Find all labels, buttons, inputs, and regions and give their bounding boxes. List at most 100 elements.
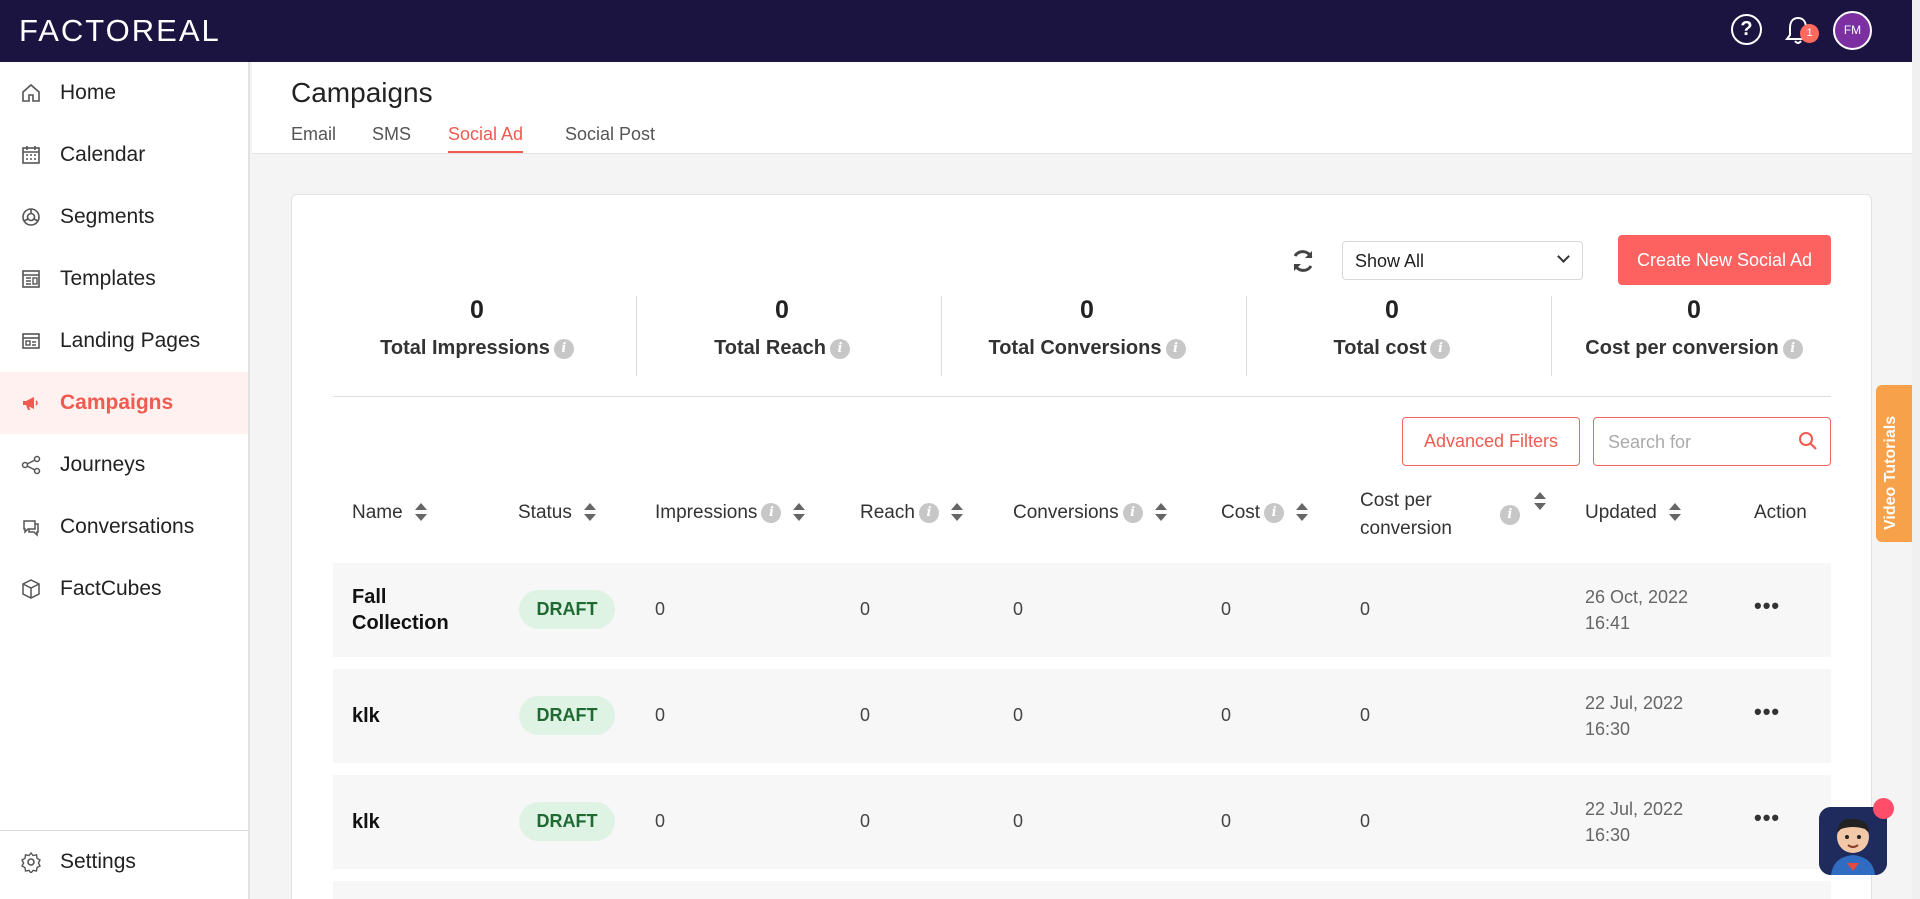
column-label: Reach xyxy=(860,502,915,523)
tab-email[interactable]: Email xyxy=(291,124,336,151)
tab-sms[interactable]: SMS xyxy=(372,124,411,151)
impressions-value: 0 xyxy=(655,705,666,725)
help-icon[interactable]: ? xyxy=(1731,14,1762,45)
factoreal-logo[interactable]: FACTOREAL xyxy=(19,13,221,49)
campaign-name[interactable]: klk xyxy=(352,703,380,729)
table-row[interactable]: klk DRAFT 0 0 0 0 0 22 Jul, 2022 16:30 •… xyxy=(333,669,1831,763)
sort-icon[interactable] xyxy=(1533,492,1546,512)
sidebar-item-conversations[interactable]: Conversations xyxy=(0,496,248,558)
status-filter-select[interactable]: Show All xyxy=(1342,241,1583,280)
create-new-social-ad-button[interactable]: Create New Social Ad xyxy=(1618,235,1831,285)
campaign-name[interactable]: Fall Collection xyxy=(352,584,449,636)
search-icon[interactable] xyxy=(1798,431,1818,451)
scrollbar[interactable] xyxy=(1912,0,1920,899)
column-header-status[interactable]: Status xyxy=(518,502,596,524)
more-actions-icon[interactable]: ••• xyxy=(1754,805,1780,831)
cost-per-conversion-value: 0 xyxy=(1360,811,1371,831)
column-header-cost-per-conversion[interactable]: Cost per conversion i xyxy=(1360,487,1546,543)
stats-divider xyxy=(333,396,1831,397)
advanced-filters-button[interactable]: Advanced Filters xyxy=(1402,417,1580,466)
table-row[interactable]: Fall Collection DRAFT 0 0 0 0 0 26 Oct, … xyxy=(333,563,1831,657)
sort-icon[interactable] xyxy=(950,503,963,523)
info-icon[interactable]: i xyxy=(553,338,574,359)
sidebar-item-settings[interactable]: Settings xyxy=(0,831,248,893)
stat-value: 0 xyxy=(470,296,484,324)
stat-cost-per-conversion: 0 Cost per conversion i xyxy=(1552,296,1836,360)
tab-social-ad[interactable]: Social Ad xyxy=(448,124,524,153)
segments-icon xyxy=(22,208,40,226)
stat-total-impressions: 0 Total Impressions i xyxy=(333,296,621,360)
sidebar-item-label: Templates xyxy=(60,267,156,290)
info-icon[interactable]: i xyxy=(1782,338,1803,359)
sort-icon[interactable] xyxy=(1668,503,1681,523)
sidebar-item-journeys[interactable]: Journeys xyxy=(0,434,248,496)
column-label: Cost xyxy=(1221,502,1261,523)
sidebar-item-home[interactable]: Home xyxy=(0,62,248,124)
more-actions-icon[interactable]: ••• xyxy=(1754,593,1780,619)
sidebar-item-label: Segments xyxy=(60,205,155,228)
info-icon[interactable]: i xyxy=(1430,338,1451,359)
info-icon[interactable]: i xyxy=(1499,505,1520,525)
info-icon[interactable]: i xyxy=(761,503,782,523)
conversions-value: 0 xyxy=(1013,811,1024,831)
column-header-conversions[interactable]: Conversions i xyxy=(1013,502,1167,524)
column-header-impressions[interactable]: Impressions i xyxy=(655,502,806,524)
column-label: Name xyxy=(352,502,403,523)
column-label: Impressions xyxy=(655,502,758,523)
top-bar: FACTOREAL ? 1 FM xyxy=(0,0,1912,62)
info-icon[interactable]: i xyxy=(1165,338,1186,359)
campaign-name[interactable]: klk xyxy=(352,809,380,835)
column-label: Conversions xyxy=(1013,502,1119,523)
user-avatar[interactable]: FM xyxy=(1833,11,1872,50)
chevron-down-icon xyxy=(1557,250,1570,263)
sidebar-item-templates[interactable]: Templates xyxy=(0,248,248,310)
refresh-icon[interactable] xyxy=(1289,247,1317,275)
gear-icon xyxy=(21,851,41,873)
column-header-updated[interactable]: Updated xyxy=(1585,502,1681,524)
cost-value: 0 xyxy=(1221,811,1232,831)
sort-icon[interactable] xyxy=(1296,503,1309,523)
column-header-cost[interactable]: Cost i xyxy=(1221,502,1309,524)
more-actions-icon[interactable]: ••• xyxy=(1754,699,1780,725)
notification-badge: 1 xyxy=(1800,24,1819,43)
conversions-value: 0 xyxy=(1013,705,1024,725)
sidebar-item-campaigns[interactable]: Campaigns xyxy=(0,372,248,434)
share-icon xyxy=(21,455,41,475)
sidebar-item-label: Landing Pages xyxy=(60,329,201,352)
sidebar: Home Calendar Segments Templates Landing… xyxy=(0,62,250,899)
status-badge: DRAFT xyxy=(519,696,615,735)
impressions-value: 0 xyxy=(655,599,666,619)
search-input[interactable]: Search for xyxy=(1593,417,1831,466)
stat-value: 0 xyxy=(1385,296,1399,324)
column-header-action: Action xyxy=(1754,502,1807,524)
updated-date-line: 22 Jul, 2022 xyxy=(1585,799,1684,819)
info-icon[interactable]: i xyxy=(918,503,939,523)
conversions-value: 0 xyxy=(1013,599,1024,619)
tab-social-post[interactable]: Social Post xyxy=(565,124,655,151)
video-tutorials-tab[interactable]: Video Tutorials xyxy=(1876,385,1912,542)
stat-total-reach: 0 Total Reach i xyxy=(637,296,927,360)
sort-icon[interactable] xyxy=(583,503,596,523)
sort-icon[interactable] xyxy=(1154,503,1167,523)
updated-date: 22 Jul, 2022 16:30 xyxy=(1585,796,1683,848)
table-row[interactable]: klk DRAFT 0 0 0 0 0 22 Jul, 2022 16:30 •… xyxy=(333,775,1831,869)
campaign-name-line: Fall xyxy=(352,586,387,608)
stat-label: Cost per conversion xyxy=(1585,337,1779,359)
sidebar-item-factcubes[interactable]: FactCubes xyxy=(0,558,248,620)
sort-icon[interactable] xyxy=(414,503,427,523)
sidebar-item-landing-pages[interactable]: Landing Pages xyxy=(0,310,248,372)
status-filter-value: Show All xyxy=(1355,251,1425,271)
megaphone-icon xyxy=(23,397,38,410)
sidebar-item-segments[interactable]: Segments xyxy=(0,186,248,248)
stat-label: Total Reach xyxy=(714,337,826,359)
info-icon[interactable]: i xyxy=(1122,503,1143,523)
info-icon[interactable]: i xyxy=(1264,503,1285,523)
sidebar-item-calendar[interactable]: Calendar xyxy=(0,124,248,186)
column-header-name[interactable]: Name xyxy=(352,502,427,524)
reach-value: 0 xyxy=(860,705,871,725)
updated-date: 22 Jul, 2022 16:30 xyxy=(1585,690,1683,742)
sort-icon[interactable] xyxy=(793,503,806,523)
info-icon[interactable]: i xyxy=(829,338,850,359)
table-row[interactable] xyxy=(333,881,1831,899)
column-header-reach[interactable]: Reach i xyxy=(860,502,963,524)
